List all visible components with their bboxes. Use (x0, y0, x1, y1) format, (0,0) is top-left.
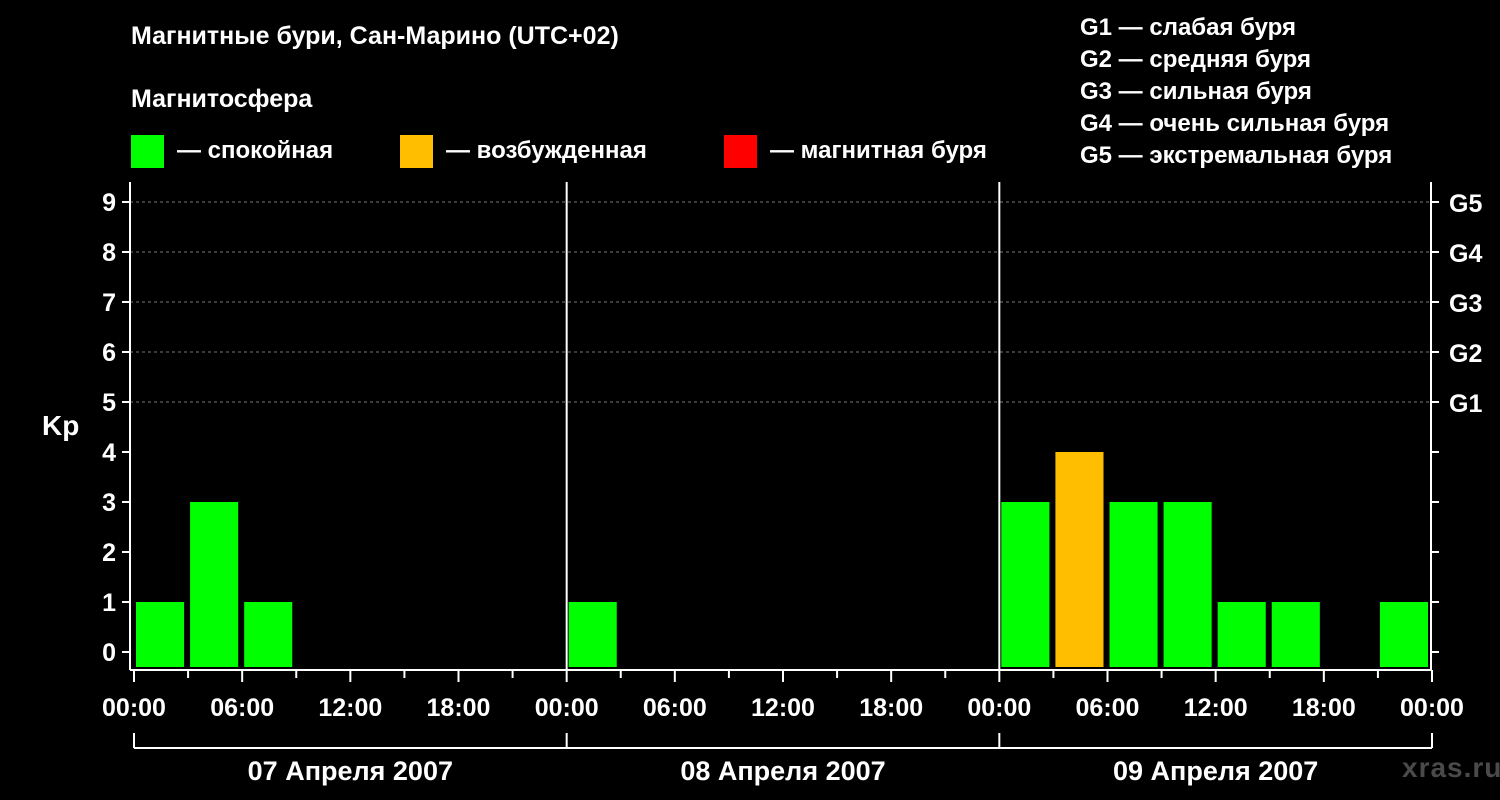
gscale-label: G3 (1449, 290, 1482, 318)
y-tick-label: 8 (102, 239, 116, 267)
x-tick-label: 00:00 (967, 694, 1031, 722)
bar (136, 602, 185, 667)
x-tick-label: 06:00 (643, 694, 707, 722)
bar (1163, 502, 1212, 667)
x-tick-label: 06:00 (210, 694, 274, 722)
x-tick-label: 18:00 (859, 694, 923, 722)
x-tick-label: 12:00 (1184, 694, 1248, 722)
day-label: 07 Апреля 2007 (248, 756, 453, 786)
bar (1109, 502, 1158, 667)
x-tick-label: 00:00 (535, 694, 599, 722)
gscale-label: G5 (1449, 190, 1482, 218)
x-tick-label: 12:00 (318, 694, 382, 722)
x-tick-label: 00:00 (102, 694, 166, 722)
y-tick-label: 2 (102, 539, 116, 567)
y-tick-label: 3 (102, 489, 116, 517)
y-tick-label: 1 (102, 589, 116, 617)
bar (1001, 502, 1050, 667)
x-tick-label: 18:00 (427, 694, 491, 722)
kp-chart: 0 1 2 3 4 5 6 7 8 9 G1 G2 G3 G4 G5 00:00 06:00 12:00 18:00… (102, 182, 1482, 786)
x-tick-label: 00:00 (1400, 694, 1464, 722)
bar (244, 602, 293, 667)
y-tick-label: 5 (102, 389, 116, 417)
gscale-label: G2 (1449, 340, 1482, 368)
x-tick-label: 18:00 (1292, 694, 1356, 722)
x-tick-label: 06:00 (1076, 694, 1140, 722)
day-label: 09 Апреля 2007 (1113, 756, 1318, 786)
y-tick-label: 9 (102, 189, 116, 217)
bar (1379, 602, 1428, 667)
bar (1217, 602, 1266, 667)
y-tick-label: 0 (102, 639, 116, 667)
day-label: 08 Апреля 2007 (680, 756, 885, 786)
bar (190, 502, 239, 667)
y-tick-label: 6 (102, 339, 116, 367)
y-tick-label: 4 (102, 439, 116, 467)
watermark: xras.ru (1402, 752, 1500, 783)
y-tick-label: 7 (102, 289, 116, 317)
gscale-label: G4 (1449, 240, 1482, 268)
x-tick-label: 12:00 (751, 694, 815, 722)
bar (568, 602, 617, 667)
gscale-label: G1 (1449, 390, 1482, 418)
bar (1055, 452, 1104, 667)
bar (1271, 602, 1320, 667)
